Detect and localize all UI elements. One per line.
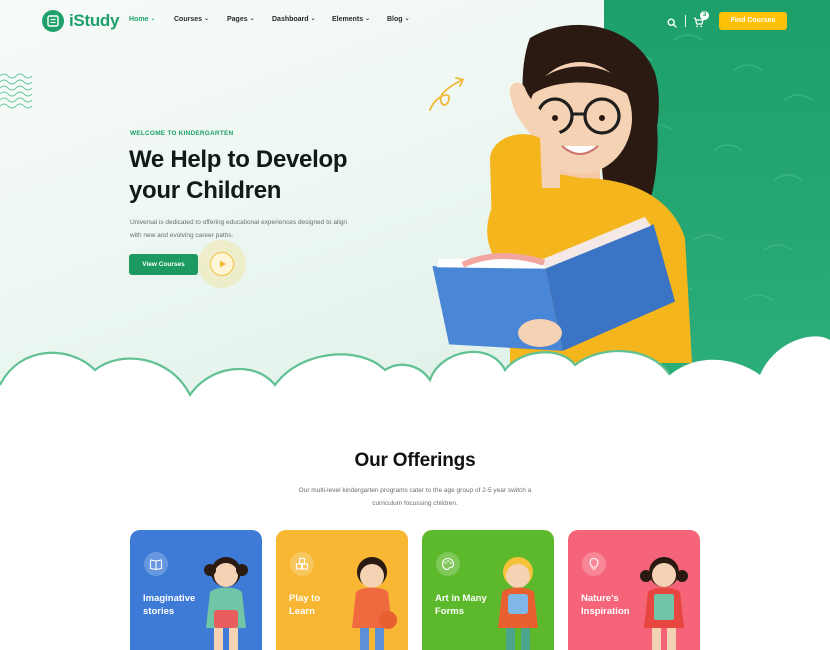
hero-title-line: We Help to Develop xyxy=(129,146,348,173)
palette-icon xyxy=(436,552,460,576)
chevron-down-icon: ⌄ xyxy=(204,16,210,22)
play-icon xyxy=(220,260,226,268)
view-courses-button[interactable]: View Courses xyxy=(129,254,198,275)
chevron-down-icon: ⌄ xyxy=(150,16,156,22)
offering-card-play-to-learn[interactable]: Play to Learn xyxy=(276,530,408,650)
menu-item-elements[interactable]: Elements ⌄ xyxy=(332,16,387,23)
top-navigation: iStudy Home ⌄ Courses ⌄ Pages ⌄ Dashboard ⌄ … xyxy=(0,0,830,42)
menu-label: Blog xyxy=(387,16,403,23)
brand-name: iStudy xyxy=(69,11,120,30)
child-illustration xyxy=(352,557,397,650)
menu-item-courses[interactable]: Courses ⌄ xyxy=(174,16,227,23)
child-illustration xyxy=(498,557,538,650)
blocks-icon xyxy=(290,552,314,576)
offerings-description: Our multi-level kindergarten programs ca… xyxy=(298,487,532,507)
main-menu: Home ⌄ Courses ⌄ Pages ⌄ Dashboard ⌄ Element… xyxy=(129,16,427,23)
menu-label: Pages xyxy=(227,16,248,23)
hero-title-line: your Children xyxy=(129,177,282,204)
play-video-button[interactable] xyxy=(210,252,234,276)
hero-title: We Help to Develop your Children xyxy=(129,144,429,206)
book-icon xyxy=(144,552,168,576)
chevron-down-icon: ⌄ xyxy=(249,16,255,22)
hero-girl-reading-image xyxy=(432,24,692,363)
hero-description: Universal is dedicated to offering educa… xyxy=(130,219,348,239)
menu-label: Dashboard xyxy=(272,16,309,23)
logo-icon xyxy=(42,10,64,32)
cart-count-badge: 3 xyxy=(700,11,709,20)
offering-card-imaginative-stories[interactable]: Imaginative stories xyxy=(130,530,262,650)
menu-item-blog[interactable]: Blog ⌄ xyxy=(387,16,427,23)
child-illustration xyxy=(204,557,248,650)
menu-item-pages[interactable]: Pages ⌄ xyxy=(227,16,272,23)
menu-label: Home xyxy=(129,16,149,23)
brand-logo[interactable]: iStudy xyxy=(42,10,119,32)
cloud-divider xyxy=(0,336,830,420)
menu-label: Courses xyxy=(174,16,203,23)
hero-eyebrow: WELCOME TO KINDERGARTEN xyxy=(130,130,234,137)
chevron-down-icon: ⌄ xyxy=(365,16,371,22)
wavy-pattern-decoration xyxy=(0,73,32,109)
child-illustration xyxy=(640,557,688,650)
offering-card-art-in-many-forms[interactable]: Art in Many Forms xyxy=(422,530,554,650)
offerings-title: Our Offerings xyxy=(354,450,476,471)
menu-item-home[interactable]: Home ⌄ xyxy=(129,16,174,23)
chevron-down-icon: ⌄ xyxy=(404,16,410,22)
chevron-down-icon: ⌄ xyxy=(310,16,316,22)
find-courses-button[interactable]: Find Courses xyxy=(719,12,787,30)
menu-item-dashboard[interactable]: Dashboard ⌄ xyxy=(272,16,332,23)
menu-label: Elements xyxy=(332,16,364,23)
bulb-icon xyxy=(582,552,606,576)
offering-card-natures-inspiration[interactable]: Nature's Inspiration xyxy=(568,530,700,650)
